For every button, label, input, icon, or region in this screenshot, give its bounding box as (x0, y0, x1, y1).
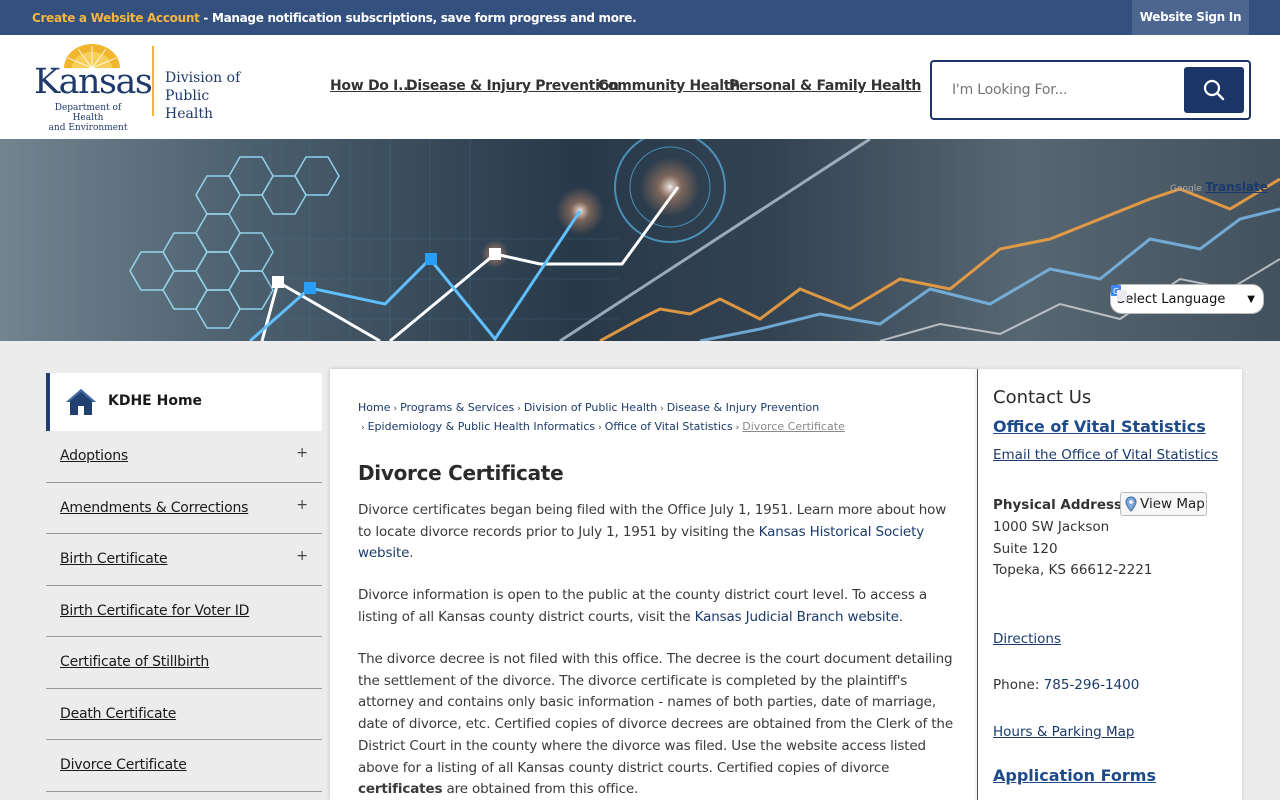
paragraph-3: The divorce decree is not filed with thi… (358, 649, 953, 800)
sidebar-item-adoptions: Adoptions + (46, 431, 322, 483)
sidebar-link-stillbirth[interactable]: Certificate of Stillbirth (60, 654, 209, 670)
sidebar-nav: KDHE Home Adoptions + Amendments & Corre… (46, 373, 322, 792)
breadcrumb-separator: › (361, 423, 365, 433)
hero-banner: G Select Language ▼ (0, 139, 1280, 341)
logo-division-line1: Division of (165, 70, 241, 86)
logo-dept-line2: and Environment (48, 123, 128, 133)
breadcrumb-programs[interactable]: Programs & Services (400, 401, 514, 414)
breadcrumb-separator: › (393, 404, 398, 414)
sidebar-item-death-certificate: Death Certificate (46, 689, 322, 740)
email-link[interactable]: Email the Office of Vital Statistics (993, 447, 1218, 463)
logo-divider (152, 46, 154, 116)
address-line-2: Suite 120 (993, 541, 1058, 557)
top-bar: Create a Website Account - Manage notifi… (0, 0, 1280, 35)
home-icon (66, 389, 96, 415)
logo-dept-line1: Department of Health (54, 103, 122, 123)
address-line-3: Topeka, KS 66612-2221 (993, 562, 1153, 578)
nav-personal-family-health[interactable]: Personal & Family Health (729, 78, 921, 94)
nav-how-do-i[interactable]: How Do I... (330, 78, 413, 94)
site-header: Kansas Department of Health and Environm… (0, 35, 1280, 139)
search-icon (1203, 79, 1225, 101)
address-label: Physical Address (993, 497, 1123, 513)
logo-division-line2: Public Health (165, 88, 213, 122)
contact-title: Contact Us (993, 387, 1092, 408)
hours-parking-link[interactable]: Hours & Parking Map (993, 724, 1135, 740)
main-content: Home › Programs & Services › Division of Pub… (330, 369, 977, 800)
breadcrumb-epidemiology[interactable]: Epidemiology & Public Health Informatics (368, 420, 596, 433)
breadcrumb-vital-stats[interactable]: Office of Vital Statistics (605, 420, 733, 433)
address-line-1: 1000 SW Jackson (993, 519, 1110, 535)
sidebar-item-kdhe-home[interactable]: KDHE Home (46, 373, 322, 431)
logo-department-text: Department of Health and Environment (40, 103, 136, 133)
application-forms-link[interactable]: Application Forms (993, 766, 1156, 785)
sidebar-link-death-certificate[interactable]: Death Certificate (60, 706, 176, 722)
sidebar-home-label: KDHE Home (108, 393, 203, 409)
nav-disease-injury-prevention[interactable]: Disease & Injury Prevention (406, 78, 619, 94)
language-select[interactable]: G Select Language ▼ (1110, 284, 1264, 314)
sidebar-link-divorce-certificate[interactable]: Divorce Certificate (60, 757, 187, 773)
chevron-down-icon: ▼ (1247, 293, 1255, 305)
logo-division-text: Division of Public Health (165, 69, 257, 123)
create-account-link[interactable]: Create a Website Account (32, 11, 200, 25)
directions-link[interactable]: Directions (993, 631, 1061, 647)
kansas-judicial-branch-link[interactable]: Kansas Judicial Branch website (695, 609, 899, 625)
office-link[interactable]: Office of Vital Statistics (993, 417, 1206, 436)
phone-label: Phone: (993, 677, 1044, 693)
breadcrumb-current: Divorce Certificate (742, 420, 845, 433)
translate-link[interactable]: Translate (1205, 180, 1268, 194)
sidebar-item-stillbirth: Certificate of Stillbirth (46, 637, 322, 689)
logo-kansas-text: Kansas (34, 62, 153, 102)
view-map-button[interactable]: View Map (1120, 492, 1207, 516)
nav-community-health[interactable]: Community Health (598, 78, 740, 94)
sign-in-button[interactable]: Website Sign In (1132, 0, 1249, 35)
google-text: Google (1170, 184, 1202, 194)
paragraph-1: Divorce certificates began being filed w… (358, 500, 953, 565)
kdhe-logo[interactable]: Kansas Department of Health and Environm… (32, 44, 257, 133)
page-title: Divorce Certificate (358, 461, 564, 485)
sidebar-item-voter-id: Birth Certificate for Voter ID (46, 586, 322, 637)
language-select-label: Select Language (1117, 291, 1226, 307)
paragraph-2: Divorce information is open to the publi… (358, 585, 953, 628)
breadcrumb-home[interactable]: Home (358, 401, 390, 414)
account-message: Create a Website Account - Manage notifi… (32, 11, 637, 25)
google-translate-icon: G (1111, 285, 1127, 301)
sidebar-link-amendments[interactable]: Amendments & Corrections (60, 500, 248, 516)
p2-end: . (898, 608, 903, 625)
p3-bold: certificates (358, 781, 443, 798)
search-box (930, 60, 1251, 120)
sidebar-link-birth-certificate[interactable]: Birth Certificate (60, 551, 168, 567)
expand-icon[interactable]: + (296, 548, 308, 564)
search-button[interactable] (1184, 67, 1244, 113)
p3-text: The divorce decree is not filed with thi… (358, 651, 953, 776)
phone-link[interactable]: 785-296-1400 (1044, 677, 1140, 693)
breadcrumb-separator: › (735, 423, 740, 433)
account-message-text: - Manage notification subscriptions, sav… (199, 11, 637, 25)
p1-end: . (409, 545, 414, 562)
contact-panel: Contact Us Office of Vital Statistics Em… (977, 369, 1242, 800)
breadcrumb-separator: › (660, 404, 664, 414)
expand-icon[interactable]: + (296, 445, 308, 461)
sidebar-link-adoptions[interactable]: Adoptions (60, 448, 128, 464)
map-pin-icon (1125, 496, 1137, 512)
search-input[interactable] (952, 82, 1172, 98)
breadcrumb-separator: › (517, 404, 521, 414)
sidebar-item-divorce-certificate: Divorce Certificate (46, 740, 322, 792)
breadcrumb-separator: › (598, 423, 602, 433)
sidebar-item-amendments: Amendments & Corrections + (46, 483, 322, 534)
breadcrumb: Home › Programs & Services › Division of Pub… (358, 399, 858, 437)
breadcrumb-disease[interactable]: Disease & Injury Prevention (667, 401, 819, 414)
phone: Phone: 785-296-1400 (993, 677, 1139, 693)
sidebar-item-birth-certificate: Birth Certificate + (46, 534, 322, 586)
view-map-label: View Map (1140, 496, 1205, 512)
p3-end: are obtained from this office. (442, 781, 639, 798)
svg-text:G: G (1113, 287, 1119, 296)
sidebar-link-voter-id[interactable]: Birth Certificate for Voter ID (60, 603, 249, 619)
google-translate-credit: Google Translate (1170, 180, 1268, 194)
expand-icon[interactable]: + (296, 497, 308, 513)
banner-graphic (0, 139, 1280, 341)
breadcrumb-division[interactable]: Division of Public Health (524, 401, 657, 414)
